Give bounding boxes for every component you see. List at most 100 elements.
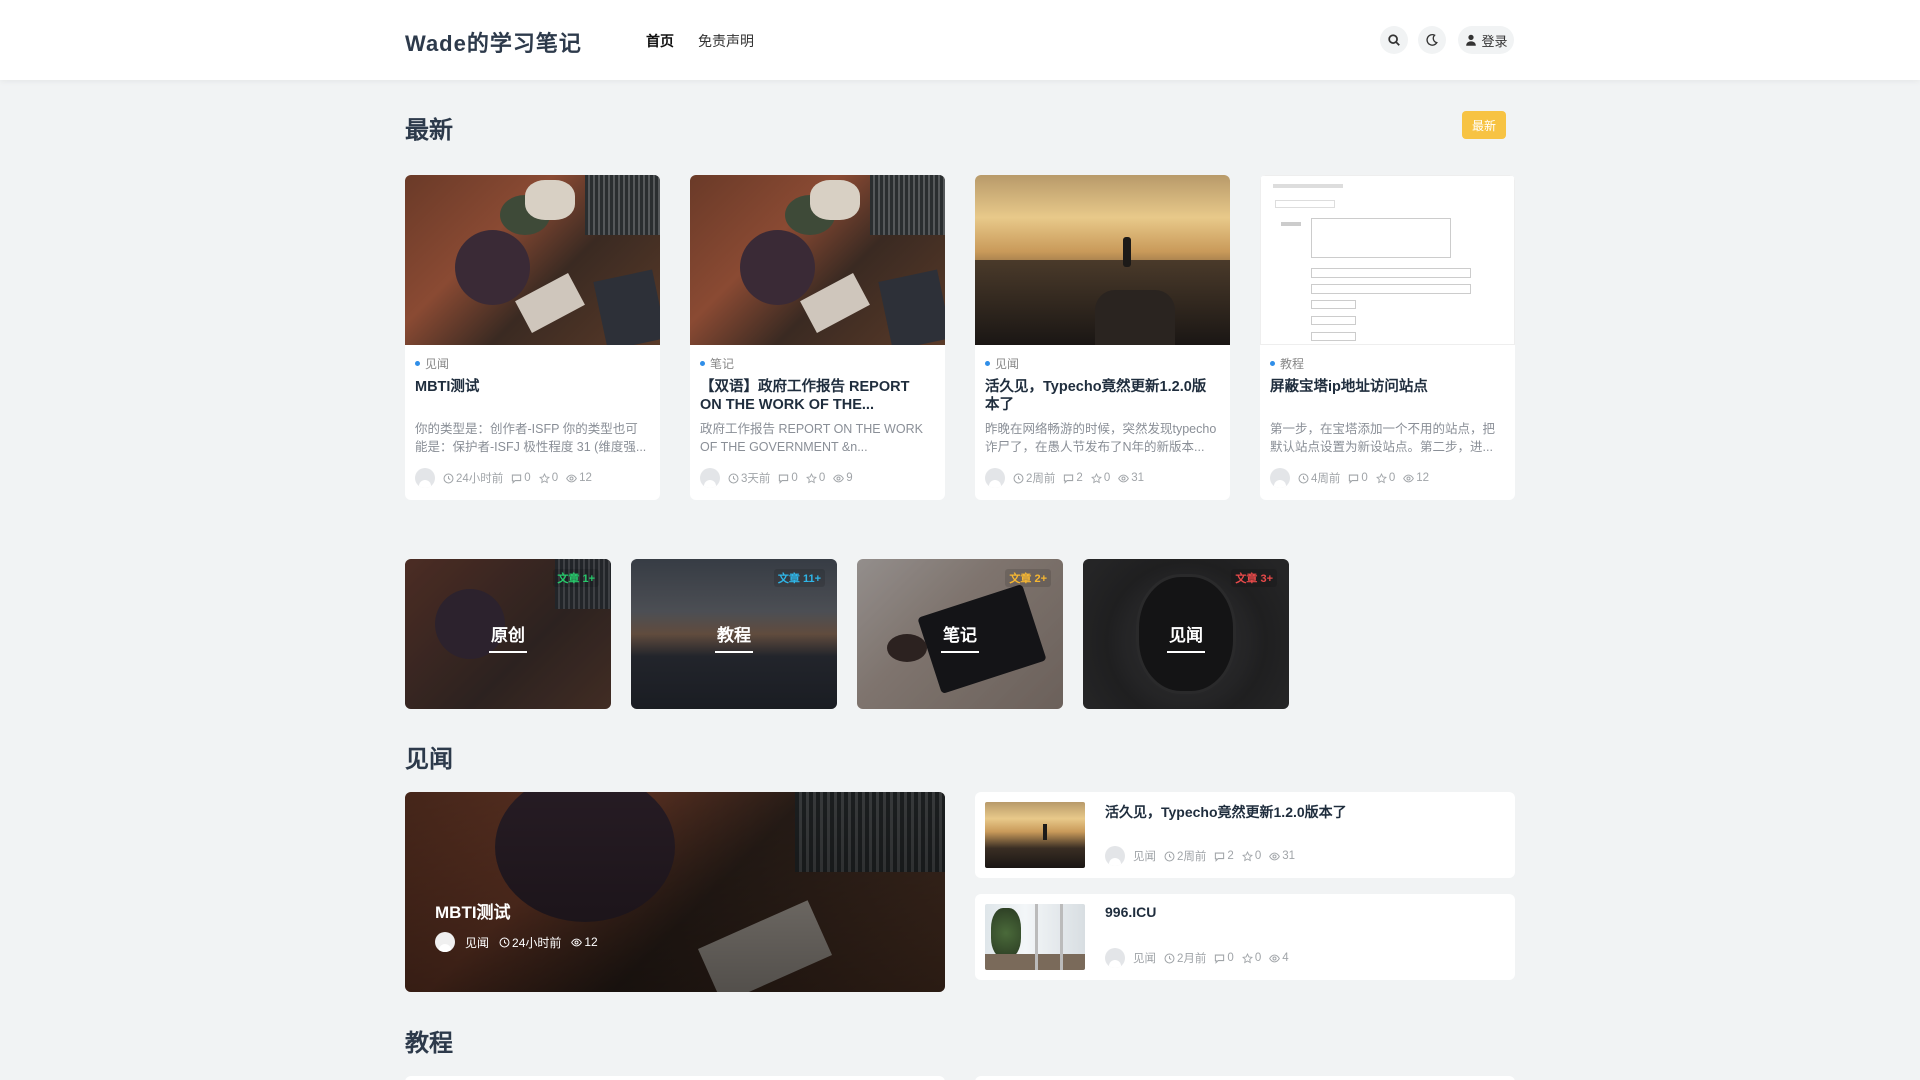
dark-mode-button[interactable]: [1418, 26, 1446, 54]
eye-icon: [1403, 473, 1414, 484]
featured-category[interactable]: 见闻: [465, 934, 489, 951]
comment-icon: [511, 473, 522, 484]
post-thumbnail[interactable]: [975, 175, 1230, 345]
category-dot: [415, 361, 420, 366]
clock-icon: [499, 937, 510, 948]
star-icon: [1242, 953, 1253, 964]
post-excerpt: 政府工作报告 REPORT ON THE WORK OF THE GOVERNM…: [700, 422, 923, 454]
post-title[interactable]: 屏蔽宝塔ip地址访问站点: [1270, 378, 1505, 396]
news-list-item[interactable]: 996.ICU 见闻 2月前 0 0 4: [975, 894, 1515, 980]
post-meta: 4周前 0 0 12: [1270, 468, 1429, 488]
avatar[interactable]: [415, 468, 435, 488]
post-card[interactable]: 笔记 【双语】政府工作报告 REPORT ON THE WORK OF THE.…: [690, 175, 945, 500]
news-list-item[interactable]: 活久见，Typecho竟然更新1.2.0版本了 见闻 2周前 2 0 31: [975, 792, 1515, 878]
news-title: 见闻: [405, 746, 453, 773]
news-title[interactable]: 活久见，Typecho竟然更新1.2.0版本了: [1105, 802, 1347, 822]
category-name: 原创: [491, 626, 525, 645]
comment-icon: [1214, 953, 1225, 964]
tutorial-title: 教程: [405, 1030, 453, 1057]
post-meta: 3天前 0 0 9: [700, 468, 853, 488]
tutorial-card-edge: [975, 1076, 1515, 1080]
category-underline: [489, 651, 527, 653]
category-tile-notes[interactable]: 文章 2+ 笔记: [857, 559, 1063, 709]
avatar[interactable]: [1105, 948, 1125, 968]
category-underline: [715, 651, 753, 653]
user-icon: [1466, 34, 1477, 46]
post-card[interactable]: 见闻 MBTI测试 你的类型是：创作者-ISFP 你的类型也可能是：保护者-IS…: [405, 175, 660, 500]
post-thumbnail[interactable]: [1260, 175, 1515, 345]
featured-title[interactable]: MBTI测试: [435, 898, 511, 923]
category-underline: [941, 651, 979, 653]
category-name: 教程: [717, 626, 751, 645]
news-thumbnail[interactable]: [985, 802, 1085, 868]
post-category[interactable]: 笔记: [700, 355, 734, 372]
nav-disclaimer[interactable]: 免责声明: [698, 31, 754, 51]
site-logo[interactable]: Wade的学习笔记: [405, 26, 582, 58]
comment-icon: [778, 473, 789, 484]
news-category[interactable]: 见闻: [1133, 848, 1156, 864]
post-thumbnail[interactable]: [690, 175, 945, 345]
category-dot: [1270, 361, 1275, 366]
nav-home[interactable]: 首页: [646, 31, 674, 51]
clock-icon: [728, 473, 739, 484]
clock-icon: [1164, 953, 1175, 964]
post-title[interactable]: 【双语】政府工作报告 REPORT ON THE WORK OF THE...: [700, 378, 935, 414]
comment-icon: [1214, 851, 1225, 862]
clock-icon: [1013, 473, 1024, 484]
main-nav: 首页 免责声明: [646, 31, 754, 51]
category-count-badge: 文章 11+: [773, 569, 825, 587]
login-button[interactable]: 登录: [1458, 26, 1514, 54]
post-title[interactable]: MBTI测试: [415, 378, 650, 396]
post-thumbnail[interactable]: [405, 175, 660, 345]
latest-badge[interactable]: 最新: [1462, 111, 1506, 139]
news-meta: 见闻 2月前 0 0 4: [1105, 948, 1289, 968]
category-dot: [985, 361, 990, 366]
category-dot: [700, 361, 705, 366]
site-header: Wade的学习笔记 首页 免责声明 登录: [0, 0, 1920, 80]
eye-icon: [566, 473, 577, 484]
category-name: 见闻: [1169, 626, 1203, 645]
search-icon: [1388, 34, 1400, 46]
latest-title: 最新: [405, 117, 453, 144]
news-category[interactable]: 见闻: [1133, 950, 1156, 966]
eye-icon: [571, 937, 582, 948]
clock-icon: [443, 473, 454, 484]
post-category[interactable]: 教程: [1270, 355, 1304, 372]
post-category[interactable]: 见闻: [415, 355, 449, 372]
category-count-badge: 文章 1+: [553, 569, 599, 587]
star-icon: [1091, 473, 1102, 484]
clock-icon: [1298, 473, 1309, 484]
login-label: 登录: [1481, 33, 1508, 49]
eye-icon: [1269, 851, 1280, 862]
comment-icon: [1063, 473, 1074, 484]
category-underline: [1167, 651, 1205, 653]
category-count-badge: 文章 2+: [1005, 569, 1051, 587]
featured-meta: 见闻 24小时前 12: [435, 932, 598, 952]
search-button[interactable]: [1380, 26, 1408, 54]
star-icon: [1242, 851, 1253, 862]
news-title[interactable]: 996.ICU: [1105, 904, 1156, 920]
eye-icon: [1118, 473, 1129, 484]
featured-post[interactable]: MBTI测试 见闻 24小时前 12: [405, 792, 945, 992]
post-title[interactable]: 活久见，Typecho竟然更新1.2.0版本了: [985, 378, 1220, 414]
avatar[interactable]: [1105, 846, 1125, 866]
avatar[interactable]: [985, 468, 1005, 488]
avatar[interactable]: [435, 932, 455, 952]
clock-icon: [1164, 851, 1175, 862]
post-excerpt: 第一步，在宝塔添加一个不用的站点，把默认站点设置为新设站点。第二步，进...: [1270, 422, 1496, 454]
post-card[interactable]: 教程 屏蔽宝塔ip地址访问站点 第一步，在宝塔添加一个不用的站点，把默认站点设置…: [1260, 175, 1515, 500]
news-thumbnail[interactable]: [985, 904, 1085, 970]
avatar[interactable]: [700, 468, 720, 488]
category-tile-tutorial[interactable]: 文章 11+ 教程: [631, 559, 837, 709]
category-tile-news[interactable]: 文章 3+ 见闻: [1083, 559, 1289, 709]
category-tile-original[interactable]: 文章 1+ 原创: [405, 559, 611, 709]
post-excerpt: 你的类型是：创作者-ISFP 你的类型也可能是：保护者-ISFJ 极性程度 31…: [415, 422, 647, 454]
eye-icon: [833, 473, 844, 484]
post-meta: 2周前 2 0 31: [985, 468, 1144, 488]
avatar[interactable]: [1270, 468, 1290, 488]
star-icon: [539, 473, 550, 484]
news-meta: 见闻 2周前 2 0 31: [1105, 846, 1295, 866]
post-card[interactable]: 见闻 活久见，Typecho竟然更新1.2.0版本了 昨晚在网络畅游的时候，突然…: [975, 175, 1230, 500]
category-count-badge: 文章 3+: [1231, 569, 1277, 587]
post-category[interactable]: 见闻: [985, 355, 1019, 372]
